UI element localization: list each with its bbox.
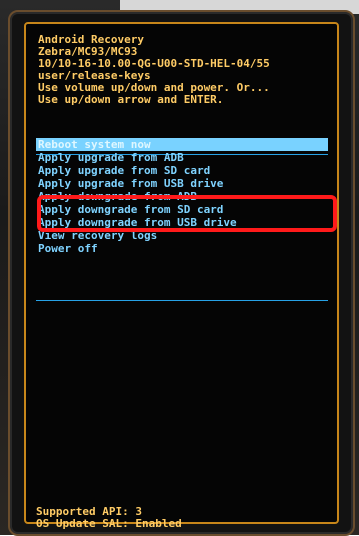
menu-item-apply-upgrade-sd[interactable]: Apply upgrade from SD card xyxy=(36,164,328,177)
menu-item-reboot-system-now[interactable]: Reboot system now xyxy=(36,138,328,151)
photo-frame: Android Recovery Zebra/MC93/MC93 10/10-1… xyxy=(0,0,359,536)
menu-item-apply-downgrade-usb[interactable]: Apply downgrade from USB drive xyxy=(36,216,328,229)
menu-item-apply-upgrade-usb[interactable]: Apply upgrade from USB drive xyxy=(36,177,328,190)
recovery-menu: Reboot system now Apply upgrade from ADB… xyxy=(36,138,328,255)
menu-item-apply-downgrade-sd[interactable]: Apply downgrade from SD card xyxy=(36,203,328,216)
recovery-header: Android Recovery Zebra/MC93/MC93 10/10-1… xyxy=(38,34,328,106)
menu-item-power-off[interactable]: Power off xyxy=(36,242,328,255)
menu-item-apply-downgrade-adb[interactable]: Apply downgrade from ADB xyxy=(36,190,328,203)
recovery-screen: Android Recovery Zebra/MC93/MC93 10/10-1… xyxy=(24,22,339,530)
recovery-footer: Supported API: 3 OS Update SAL: Enabled xyxy=(36,506,326,530)
menu-item-view-recovery-logs[interactable]: View recovery logs xyxy=(36,229,328,242)
menu-bottom-separator xyxy=(36,300,328,301)
footer-line-2: OS Update SAL: Enabled xyxy=(36,517,182,530)
menu-item-apply-upgrade-adb[interactable]: Apply upgrade from ADB xyxy=(36,151,328,164)
header-line-6: Use up/down arrow and ENTER. xyxy=(38,93,224,106)
